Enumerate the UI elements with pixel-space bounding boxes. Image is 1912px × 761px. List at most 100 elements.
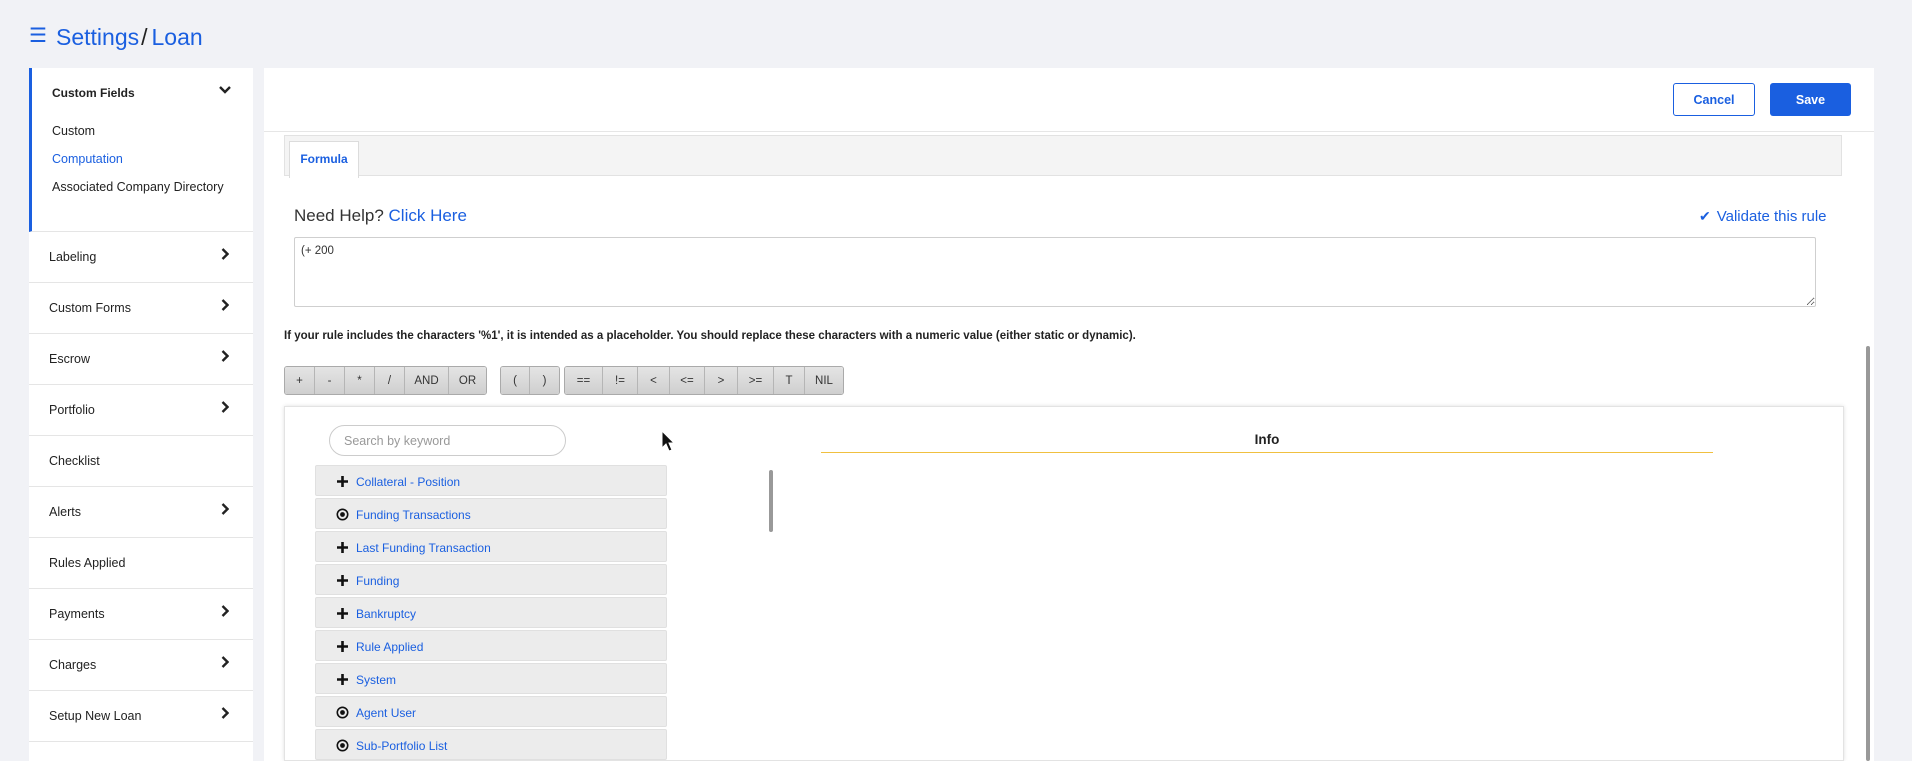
sidebar-subitem-custom[interactable]: Custom bbox=[52, 124, 95, 138]
op-neq-button[interactable]: != bbox=[603, 367, 638, 394]
sidebar-item-payments[interactable]: Payments bbox=[29, 589, 253, 640]
page-scrollbar[interactable] bbox=[1866, 346, 1870, 761]
chevron-right-icon[interactable] bbox=[221, 299, 229, 311]
operator-group-arith: + - * / AND OR bbox=[284, 366, 487, 395]
chevron-right-icon[interactable] bbox=[221, 350, 229, 362]
tree-item[interactable]: Sub-Portfolio List bbox=[315, 729, 667, 760]
plus-icon[interactable] bbox=[336, 673, 349, 686]
op-and-button[interactable]: AND bbox=[405, 367, 449, 394]
sidebar-item-label: Escrow bbox=[49, 352, 90, 366]
sidebar-item-setup-new-loan[interactable]: Setup New Loan bbox=[29, 691, 253, 742]
sidebar-subitem-computation[interactable]: Computation bbox=[52, 152, 123, 166]
sidebar-item-escrow[interactable]: Escrow bbox=[29, 334, 253, 385]
sidebar-item-rules-applied[interactable]: Rules Applied bbox=[29, 538, 253, 589]
chevron-right-icon[interactable] bbox=[221, 656, 229, 668]
radio-icon[interactable] bbox=[336, 739, 349, 752]
tree-item-label: Funding bbox=[356, 574, 400, 588]
sidebar-item-alerts[interactable]: Alerts bbox=[29, 487, 253, 538]
tree-item[interactable]: Agent User bbox=[315, 696, 667, 727]
tree-item-label: Collateral - Position bbox=[356, 475, 461, 489]
breadcrumb-separator: / bbox=[141, 24, 148, 50]
tree-item-label: Funding Transactions bbox=[356, 508, 471, 522]
validate-rule-link[interactable]: ✔ Validate this rule bbox=[1699, 208, 1827, 225]
plus-icon[interactable] bbox=[336, 541, 349, 554]
chevron-right-icon[interactable] bbox=[221, 605, 229, 617]
field-browser-panel: Collateral - Position Funding Transaction… bbox=[284, 406, 1844, 761]
tree-item-label: Rule Applied bbox=[356, 640, 424, 654]
sidebar-group-custom-fields: Custom Fields Custom Computation Associa… bbox=[29, 68, 253, 232]
plus-icon[interactable] bbox=[336, 475, 349, 488]
search-input[interactable] bbox=[329, 425, 566, 456]
chevron-right-icon[interactable] bbox=[221, 401, 229, 413]
chevron-right-icon[interactable] bbox=[221, 248, 229, 260]
op-close-paren-button[interactable]: ) bbox=[530, 367, 559, 394]
op-plus-button[interactable]: + bbox=[285, 367, 315, 394]
tree-item[interactable]: Last Funding Transaction bbox=[315, 531, 667, 562]
breadcrumb-loan[interactable]: Loan bbox=[152, 24, 203, 50]
chevron-down-icon[interactable] bbox=[219, 84, 231, 98]
info-title: Info bbox=[821, 432, 1713, 453]
tree-item[interactable]: Bankruptcy bbox=[315, 597, 667, 628]
cancel-button[interactable]: Cancel bbox=[1673, 83, 1755, 116]
top-bar: ☰ Settings/Loan bbox=[0, 0, 1912, 68]
sidebar-item-labeling[interactable]: Labeling bbox=[29, 232, 253, 283]
op-lte-button[interactable]: <= bbox=[670, 367, 705, 394]
op-or-button[interactable]: OR bbox=[449, 367, 486, 394]
op-minus-button[interactable]: - bbox=[315, 367, 345, 394]
sidebar-item-portfolio[interactable]: Portfolio bbox=[29, 385, 253, 436]
tree-item[interactable]: Rule Applied bbox=[315, 630, 667, 661]
sidebar-item-label: Payments bbox=[49, 607, 105, 621]
tab-formula[interactable]: Formula bbox=[289, 141, 359, 178]
chevron-right-icon[interactable] bbox=[221, 503, 229, 515]
save-button[interactable]: Save bbox=[1770, 83, 1851, 116]
plus-icon[interactable] bbox=[336, 574, 349, 587]
tree-item-label: Sub-Portfolio List bbox=[356, 739, 448, 753]
action-bar: Cancel Save bbox=[264, 68, 1874, 132]
op-multiply-button[interactable]: * bbox=[345, 367, 375, 394]
main-panel: Cancel Save Formula Need Help? Click Her… bbox=[264, 68, 1874, 761]
sidebar-item-label: Portfolio bbox=[49, 403, 95, 417]
op-nil-button[interactable]: NIL bbox=[805, 367, 843, 394]
op-open-paren-button[interactable]: ( bbox=[501, 367, 530, 394]
op-lt-button[interactable]: < bbox=[638, 367, 670, 394]
tree-item-label: Last Funding Transaction bbox=[356, 541, 491, 555]
sidebar-item-custom-forms[interactable]: Custom Forms bbox=[29, 283, 253, 334]
sidebar-item-charges[interactable]: Charges bbox=[29, 640, 253, 691]
tree-item[interactable]: System bbox=[315, 663, 667, 694]
sidebar-item-label: Alerts bbox=[49, 505, 81, 519]
field-tree: Collateral - Position Funding Transaction… bbox=[315, 465, 667, 761]
sidebar-subitem-associated-company-directory[interactable]: Associated Company Directory bbox=[52, 180, 224, 194]
mouse-cursor-icon bbox=[661, 430, 676, 452]
plus-icon[interactable] bbox=[336, 607, 349, 620]
breadcrumb: Settings/Loan bbox=[56, 22, 203, 52]
sidebar-item-label: Setup New Loan bbox=[49, 709, 142, 723]
tree-item[interactable]: Funding Transactions bbox=[315, 498, 667, 529]
radio-icon[interactable] bbox=[336, 508, 349, 521]
sidebar-item-checklist[interactable]: Checklist bbox=[29, 436, 253, 487]
tree-item-label: System bbox=[356, 673, 397, 687]
tree-item[interactable]: Funding bbox=[315, 564, 667, 595]
tree-scrollbar[interactable] bbox=[769, 470, 773, 532]
hamburger-icon[interactable]: ☰ bbox=[29, 26, 47, 46]
tree-item[interactable]: Collateral - Position bbox=[315, 465, 667, 496]
op-divide-button[interactable]: / bbox=[375, 367, 405, 394]
op-gte-button[interactable]: >= bbox=[738, 367, 774, 394]
help-text: Need Help? Click Here bbox=[294, 206, 467, 226]
sidebar-item-label: Custom Forms bbox=[49, 301, 131, 315]
sidebar: Custom Fields Custom Computation Associa… bbox=[29, 68, 253, 761]
op-true-button[interactable]: T bbox=[774, 367, 805, 394]
plus-icon[interactable] bbox=[336, 640, 349, 653]
sidebar-item-label: Rules Applied bbox=[49, 556, 126, 570]
op-eq-button[interactable]: == bbox=[565, 367, 603, 394]
radio-icon[interactable] bbox=[336, 706, 349, 719]
sidebar-item-label: Labeling bbox=[49, 250, 97, 264]
help-prefix: Need Help? bbox=[294, 206, 384, 225]
op-gt-button[interactable]: > bbox=[705, 367, 738, 394]
tree-item-label: Bankruptcy bbox=[356, 607, 417, 621]
formula-input[interactable] bbox=[294, 237, 1816, 307]
tree-item-label: Agent User bbox=[356, 706, 417, 720]
breadcrumb-settings[interactable]: Settings bbox=[56, 24, 139, 50]
sidebar-group-title[interactable]: Custom Fields bbox=[52, 86, 135, 100]
chevron-right-icon[interactable] bbox=[221, 707, 229, 719]
help-link[interactable]: Click Here bbox=[389, 206, 467, 225]
